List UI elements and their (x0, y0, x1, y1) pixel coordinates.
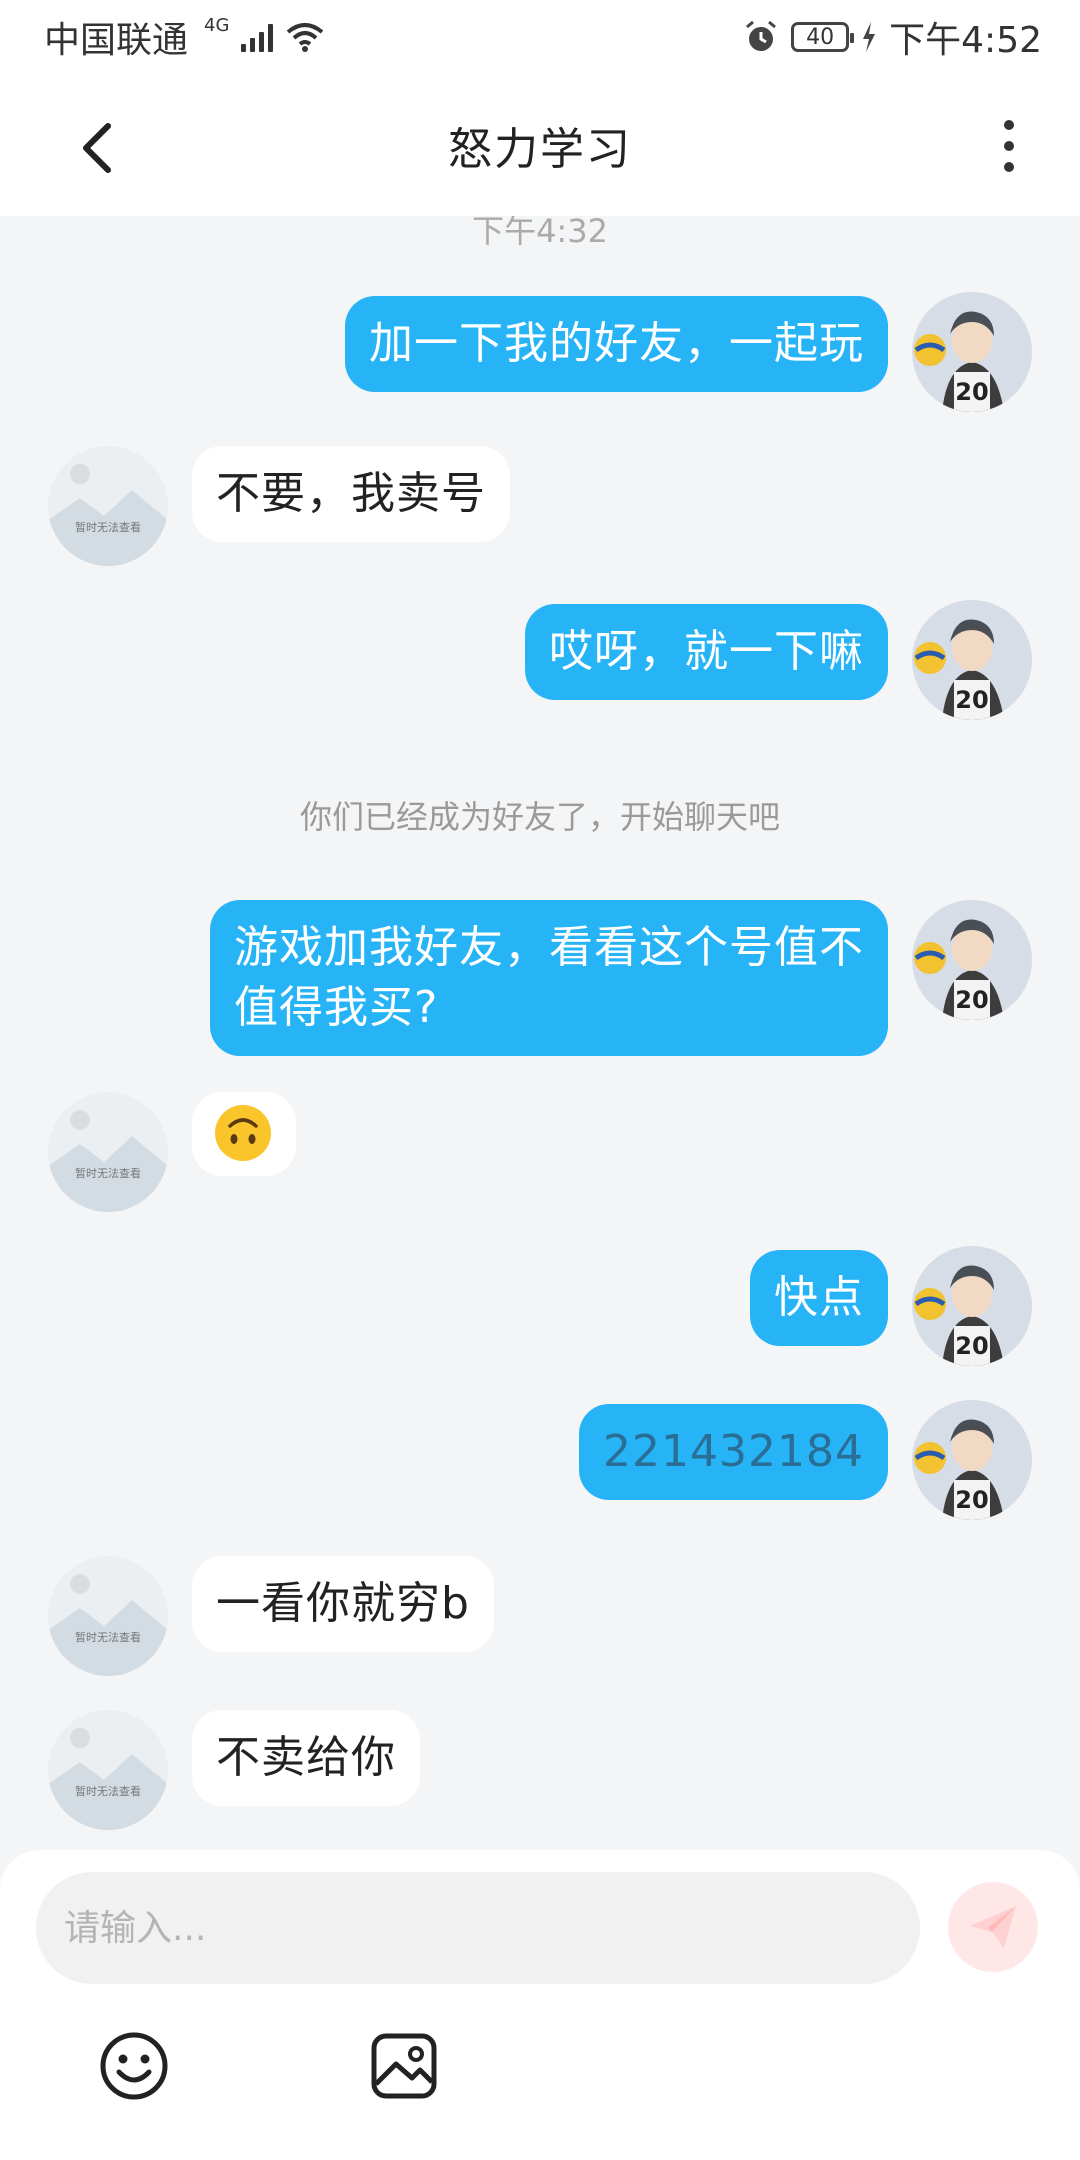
message-row: 快点 20 (0, 1246, 1080, 1366)
message-row: 221432184 20 (0, 1400, 1080, 1520)
image-placeholder: 暂时无法查看 (48, 1556, 168, 1676)
contact-avatar[interactable]: 暂时无法查看 (48, 1710, 168, 1830)
status-time: 下午4:52 (889, 20, 1042, 61)
alarm-icon (746, 20, 777, 51)
user-avatar-image: 20 (912, 1400, 1032, 1520)
status-left: 中国联通 4G (44, 11, 325, 63)
received-message-bubble[interactable]: 不卖给你 (192, 1710, 420, 1806)
user-avatar-image: 20 (912, 600, 1032, 720)
chat-header: 怒力学习 (0, 74, 1080, 216)
contact-avatar[interactable]: 暂时无法查看 (48, 1556, 168, 1676)
image-placeholder: 暂时无法查看 (48, 1092, 168, 1212)
message-row: 暂时无法查看 一看你就穷b (0, 1556, 1080, 1676)
paper-plane-icon (970, 1906, 1016, 1948)
user-avatar[interactable]: 20 (912, 900, 1032, 1020)
chat-area[interactable]: 下午4:32 加一下我的好友，一起玩 20 暂时无法查看 不要，我卖号 哎呀，就… (0, 216, 1080, 1850)
user-avatar[interactable]: 20 (912, 1400, 1032, 1520)
message-line: 游戏加我好友，看看这个号值不 (234, 922, 864, 973)
svg-text:20: 20 (955, 1332, 988, 1360)
charging-icon (863, 22, 876, 52)
smiley-icon (100, 2032, 168, 2100)
placeholder-avatar-text: 暂时无法查看 (75, 1785, 141, 1798)
contact-avatar[interactable]: 暂时无法查看 (48, 446, 168, 566)
status-right: 40 下午4:52 (743, 11, 1042, 63)
battery-indicator: 40 (791, 22, 855, 52)
svg-text:20: 20 (955, 686, 988, 714)
user-avatar-image: 20 (912, 1246, 1032, 1366)
mountain-icon (48, 1754, 168, 1830)
image-placeholder: 暂时无法查看 (48, 1710, 168, 1830)
wifi-icon (287, 23, 324, 52)
message-row: 暂时无法查看 不卖给你 (0, 1710, 1080, 1830)
received-message-bubble[interactable]: 一看你就穷b (192, 1556, 494, 1652)
more-options-button[interactable] (994, 114, 1024, 178)
more-vertical-icon (1004, 120, 1014, 130)
user-avatar-image: 20 (912, 900, 1032, 1020)
upside-down-face-icon (215, 1105, 271, 1161)
message-row: 游戏加我好友，看看这个号值不 值得我买? 20 (0, 900, 1080, 1060)
message-row: 加一下我的好友，一起玩 20 (0, 292, 1080, 412)
message-line: 值得我买? (234, 982, 439, 1033)
message-timestamp: 下午4:32 (472, 216, 608, 250)
contact-avatar[interactable]: 暂时无法查看 (48, 1092, 168, 1212)
send-button[interactable] (948, 1882, 1038, 1972)
image-button[interactable] (368, 2030, 440, 2102)
back-button[interactable] (72, 118, 122, 178)
message-input[interactable] (36, 1872, 920, 1984)
chevron-left-icon (83, 123, 111, 173)
svg-text:20: 20 (955, 1486, 988, 1514)
placeholder-avatar-text: 暂时无法查看 (75, 1167, 141, 1180)
user-avatar-image: 20 (912, 292, 1032, 412)
user-avatar[interactable]: 20 (912, 600, 1032, 720)
sent-message-bubble[interactable]: 加一下我的好友，一起玩 (345, 296, 888, 392)
battery-level: 40 (806, 24, 835, 50)
sent-message-bubble[interactable]: 221432184 (579, 1404, 888, 1500)
image-icon (371, 2033, 437, 2099)
message-input-bar (0, 1850, 1080, 2160)
mountain-icon (48, 490, 168, 566)
sent-message-bubble[interactable]: 哎呀，就一下嘛 (525, 604, 888, 700)
sent-message-bubble[interactable]: 游戏加我好友，看看这个号值不 值得我买? (210, 900, 888, 1056)
placeholder-avatar-text: 暂时无法查看 (75, 521, 141, 534)
status-bar: 中国联通 4G 40 下午4:52 (0, 0, 1080, 74)
carrier-name: 中国联通 (44, 20, 189, 61)
system-notice: 你们已经成为好友了，开始聊天吧 (299, 798, 780, 836)
svg-text:20: 20 (955, 986, 988, 1014)
signal-icon (241, 22, 274, 52)
received-message-bubble[interactable]: 不要，我卖号 (192, 446, 510, 542)
user-avatar[interactable]: 20 (912, 1246, 1032, 1366)
sent-message-bubble[interactable]: 快点 (750, 1250, 888, 1346)
message-row: 哎呀，就一下嘛 20 (0, 600, 1080, 720)
svg-text:20: 20 (955, 378, 988, 406)
emoji-button[interactable] (98, 2030, 170, 2102)
image-placeholder: 暂时无法查看 (48, 446, 168, 566)
user-avatar[interactable]: 20 (912, 292, 1032, 412)
placeholder-avatar-text: 暂时无法查看 (75, 1631, 141, 1644)
message-row: 暂时无法查看 不要，我卖号 (0, 446, 1080, 566)
network-type: 4G (204, 14, 230, 36)
received-message-bubble[interactable] (192, 1092, 296, 1176)
page-title: 怒力学习 (448, 124, 632, 175)
message-row: 暂时无法查看 (0, 1092, 1080, 1212)
mountain-icon (48, 1600, 168, 1676)
mountain-icon (48, 1136, 168, 1212)
